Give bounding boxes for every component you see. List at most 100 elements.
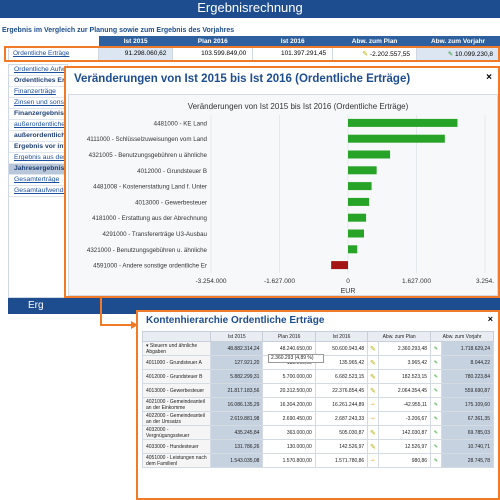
hierarchy-row-plan2016: 20.312.500,00: [262, 383, 316, 398]
trend-up-icon[interactable]: ✎: [434, 416, 438, 422]
hierarchy-row-vj-trend[interactable]: ✎: [430, 355, 442, 370]
edit-icon[interactable]: ✎: [362, 51, 368, 58]
trend-icon[interactable]: ✎: [370, 388, 376, 395]
hierarchy-row-name[interactable]: 4022000 - Gemeindeanteil an der Umsatzs: [141, 411, 212, 426]
chart-bar: [348, 182, 372, 191]
hierarchy-row-name[interactable]: 4051000 - Leistungen nach dem Familienl: [141, 453, 212, 468]
trend-up-icon[interactable]: ✎: [434, 346, 438, 352]
app-title: Ergebnisrechnung: [0, 0, 500, 18]
table-row[interactable]: 4022000 - Gemeindeanteil an der Umsatzs 2…: [141, 411, 495, 426]
category-label: 4181000 - Erstattung aus der Abrechnung: [92, 215, 207, 222]
hierarchy-row-plan2016: 130.000,00: [262, 439, 316, 454]
hierarchy-row-vj-trend[interactable]: ✎: [430, 369, 442, 384]
hierarchy-row-name[interactable]: 4011000 - Grundsteuer A: [141, 355, 212, 370]
hierarchy-row-vj-trend[interactable]: ✎: [430, 411, 442, 426]
sidebar-item-gesamtaufwendungen[interactable]: Gesamtaufwendungen: [9, 186, 67, 197]
category-label: 4481000 - KE Land: [154, 120, 208, 127]
chart-bar: [348, 150, 391, 159]
sidebar: Ordentliche Aufwendungen Ordentliches Er…: [8, 64, 68, 298]
hierarchy-row-plan-trend[interactable]: ✎: [367, 341, 379, 356]
trend-up-icon[interactable]: ✎: [434, 360, 438, 366]
summary-row[interactable]: Ordentliche Erträge 91.298.060,62 103.59…: [8, 46, 500, 61]
sidebar-item-gesamtertraege[interactable]: Gesamterträge: [9, 175, 67, 186]
sidebar-item-finanzergebnis[interactable]: Finanzergebnis: [9, 109, 67, 120]
hierarchy-row-vj-trend[interactable]: ✎: [430, 439, 442, 454]
hierarchy-row-plan-trend[interactable]: ⇨: [367, 453, 379, 468]
trend-up-icon[interactable]: ✎: [434, 458, 438, 464]
hierarchy-row-ist2015: 5.882.299,31: [210, 369, 264, 384]
hierarchy-row-name[interactable]: 4033000 - Hundesteuer: [141, 439, 212, 454]
hierarchy-row-plan-trend[interactable]: ✎: [367, 439, 379, 454]
trend-icon[interactable]: ✎: [370, 346, 376, 353]
chart-title: Veränderungen von Ist 2015 bis Ist 2016 …: [188, 102, 409, 111]
hierarchy-row-ist2015: 435.245,84: [210, 425, 264, 440]
table-row[interactable]: 4051000 - Leistungen nach dem Familienl 1…: [141, 453, 495, 468]
sidebar-item-ergebnis-vor-il[interactable]: Ergebnis vor internen Leistungsbeziehung…: [9, 142, 67, 153]
sidebar-item-ao-ergebnis[interactable]: außerordentliches Ergebnis: [9, 131, 67, 142]
hierarchy-header-plan2016: Plan 2016: [262, 331, 316, 342]
trend-icon[interactable]: ✎: [370, 360, 376, 367]
chart-bar: [348, 197, 370, 206]
trend-up-icon[interactable]: ✎: [434, 430, 438, 436]
sidebar-item-zinsen[interactable]: Zinsen und sonstige Finanzaufwendungen: [9, 98, 67, 109]
arrow-right-icon[interactable]: ⇨: [371, 416, 375, 422]
hierarchy-row-vj-trend[interactable]: ✎: [430, 425, 442, 440]
chart-bar: [348, 229, 364, 238]
hierarchy-row-plan-trend[interactable]: ✎: [367, 369, 379, 384]
trend-up-icon[interactable]: ✎: [434, 402, 438, 408]
trend-up-icon[interactable]: ✎: [434, 374, 438, 380]
close-icon[interactable]: ×: [488, 314, 493, 324]
hierarchy-row-ist2015: 131.786,26: [210, 439, 264, 454]
hierarchy-row-name[interactable]: 4013000 - Gewerbesteuer: [141, 383, 212, 398]
sidebar-item-ordentliches-ergebnis[interactable]: Ordentliches Ergebnis: [9, 76, 67, 87]
summary-header-row: Ist 2015 Plan 2016 Ist 2016 Abw. zum Pla…: [8, 36, 500, 47]
trend-up-icon[interactable]: ✎: [448, 51, 453, 58]
hierarchy-row-plan-trend[interactable]: ⇨: [367, 411, 379, 426]
arrow-right-icon[interactable]: ⇨: [371, 458, 375, 464]
hierarchy-row-plan-trend[interactable]: ✎: [367, 355, 379, 370]
hierarchy-row-vj-trend[interactable]: ✎: [430, 397, 442, 412]
summary-row-label-link[interactable]: Ordentliche Erträge: [8, 46, 99, 61]
hierarchy-row-vj-trend[interactable]: ✎: [430, 453, 442, 468]
x-tick-label: -1.627.000: [264, 278, 295, 285]
hierarchy-row-ist2015: 1.543.035,08: [210, 453, 264, 468]
sidebar-item-finanzertraege[interactable]: Finanzerträge: [9, 87, 67, 98]
hierarchy-row-vj-trend[interactable]: ✎: [430, 341, 442, 356]
hierarchy-row-plan-trend[interactable]: ✎: [367, 425, 379, 440]
trend-up-icon[interactable]: ✎: [434, 444, 438, 450]
page-subtitle: Ergebnis im Vergleich zur Planung sowie …: [2, 27, 235, 34]
hierarchy-row-plan-trend[interactable]: ✎: [367, 383, 379, 398]
sidebar-item-ordentliche-aufwendungen[interactable]: Ordentliche Aufwendungen: [9, 65, 67, 76]
arrow-right-icon[interactable]: ⇨: [371, 402, 375, 408]
sidebar-item-jahresergebnis[interactable]: Jahresergebnis: [9, 164, 67, 175]
trend-up-icon[interactable]: ✎: [434, 388, 438, 394]
summary-header-ist2015: Ist 2015: [98, 36, 173, 47]
hierarchy-row-name[interactable]: 4012000 - Grundsteuer B: [141, 369, 212, 384]
sidebar-item-ergebnis-il[interactable]: Ergebnis aus der internen Leistungsbezie…: [9, 153, 67, 164]
hierarchy-popup: Kontenhierarchie Ordentliche Erträge × I…: [136, 310, 500, 500]
table-row[interactable]: 4032000 - Vergnügungssteuer 435.245,84 363…: [141, 425, 495, 440]
summary-header-label: [8, 36, 99, 47]
hierarchy-row-vj-trend[interactable]: ✎: [430, 383, 442, 398]
summary-header-plan2016: Plan 2016: [172, 36, 253, 47]
summary-header-ist2016: Ist 2016: [252, 36, 333, 47]
table-row[interactable]: 4012000 - Grundsteuer B 5.882.299,31 5.700…: [141, 369, 495, 384]
table-row[interactable]: 4033000 - Hundesteuer 131.786,26 130.000,0…: [141, 439, 495, 454]
hierarchy-row-ist2016: 1.571.780,86: [314, 453, 369, 468]
summary-abw-vorjahr[interactable]: ✎ 10.099.230,8: [416, 46, 500, 61]
bar-chart: Veränderungen von Ist 2015 bis Ist 2016 …: [87, 102, 494, 295]
hierarchy-row-name[interactable]: 4032000 - Vergnügungssteuer: [141, 425, 212, 440]
summary-abw-plan[interactable]: ✎ -2.202.557,55: [332, 46, 418, 61]
hierarchy-row-name[interactable]: ▾ Steuern und ähnliche Abgaben: [141, 341, 212, 356]
trend-icon[interactable]: ✎: [370, 430, 376, 437]
sidebar-item-ao-ertraege[interactable]: außerordentliche Erträge: [9, 120, 67, 131]
trend-icon[interactable]: ✎: [370, 374, 376, 381]
trend-icon[interactable]: ✎: [370, 444, 376, 451]
hierarchy-row-ist2016: 16.261.244,89: [314, 397, 369, 412]
table-row[interactable]: 4013000 - Gewerbesteuer 21.817.183,56 20.3…: [141, 383, 495, 398]
hierarchy-row-name[interactable]: 4021000 - Gemeindeanteil an der Einkomme: [141, 397, 212, 412]
table-row[interactable]: 4021000 - Gemeindeanteil an der Einkomme…: [141, 397, 495, 412]
category-label: 4591000 - Andere sonstige ordentliche Er: [93, 263, 207, 270]
hierarchy-row-plan-trend[interactable]: ⇨: [367, 397, 379, 412]
close-icon[interactable]: ×: [486, 72, 492, 83]
